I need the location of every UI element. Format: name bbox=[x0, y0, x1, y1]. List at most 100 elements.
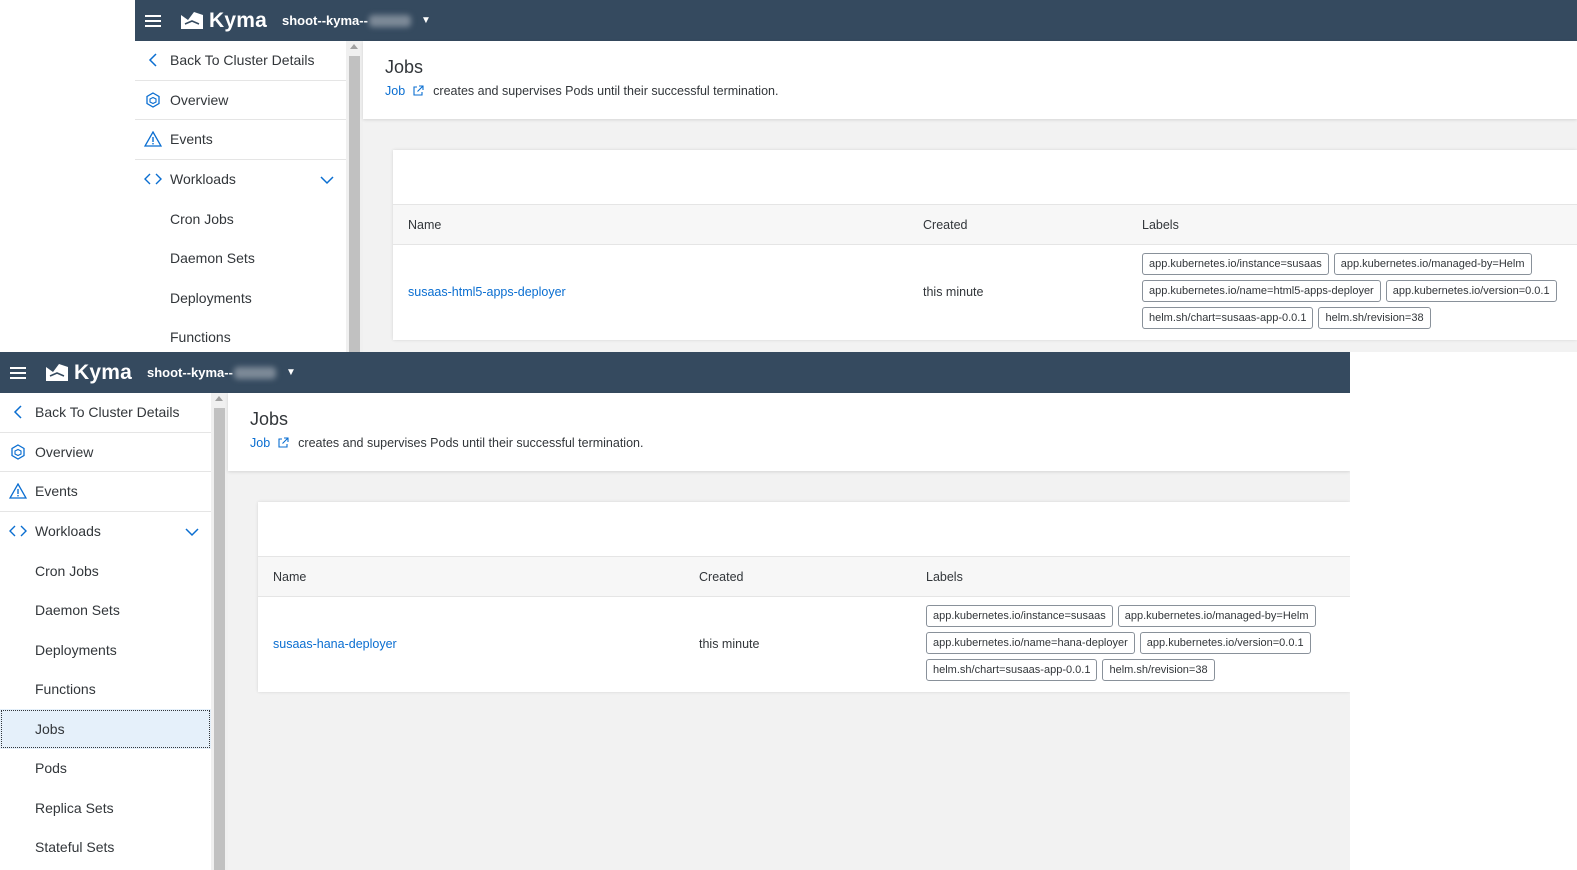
label-tag: app.kubernetes.io/instance=susaas bbox=[1142, 253, 1329, 275]
column-created[interactable]: Created bbox=[923, 218, 967, 232]
warning-icon bbox=[0, 483, 35, 499]
brand-name: Kyma bbox=[74, 360, 132, 384]
sidebar-scrollbar[interactable] bbox=[346, 41, 363, 352]
sidebar-item-functions[interactable]: Functions bbox=[0, 670, 211, 710]
hamburger-icon[interactable] bbox=[135, 14, 171, 28]
brand-name: Kyma bbox=[209, 8, 267, 32]
job-doc-link[interactable]: Job bbox=[250, 436, 298, 450]
cluster-name-redacted bbox=[233, 366, 276, 379]
back-to-cluster-details[interactable]: Back To Cluster Details bbox=[0, 393, 211, 433]
shell-bar: Kyma shoot--kyma-- ▼ bbox=[135, 0, 1577, 41]
label-tag: helm.sh/revision=38 bbox=[1102, 659, 1215, 681]
overview-label: Overview bbox=[170, 91, 229, 108]
page-header: Jobs Job creates and supervises Pods unt… bbox=[363, 41, 1577, 119]
label-tag: helm.sh/revision=38 bbox=[1318, 307, 1431, 329]
sidebar-item-daemon-sets[interactable]: Daemon Sets bbox=[135, 239, 346, 279]
scroll-up-arrow[interactable] bbox=[215, 396, 223, 401]
sidebar-item-overview[interactable]: Overview bbox=[135, 81, 346, 120]
page-title: Jobs bbox=[385, 57, 424, 77]
cluster-name: shoot--kyma-- bbox=[282, 13, 368, 28]
label-tag: app.kubernetes.io/name=html5-apps-deploy… bbox=[1142, 280, 1381, 302]
jobs-table-panel: Name Created Labels susaas-html5-apps-de… bbox=[393, 150, 1577, 340]
sidebar-item-pods[interactable]: Pods bbox=[0, 749, 211, 789]
back-to-cluster-details[interactable]: Back To Cluster Details bbox=[135, 41, 346, 81]
sidebar-item-functions[interactable]: Functions bbox=[135, 318, 346, 353]
external-link-icon bbox=[413, 85, 424, 96]
job-name-link[interactable]: susaas-html5-apps-deployer bbox=[408, 285, 566, 299]
kyma-logo[interactable]: Kyma bbox=[180, 9, 267, 33]
sidebar-item-events[interactable]: Events bbox=[0, 472, 211, 512]
cluster-name: shoot--kyma-- bbox=[147, 365, 233, 380]
kyma-logo[interactable]: Kyma bbox=[45, 361, 132, 385]
sidebar-item-deployments[interactable]: Deployments bbox=[135, 278, 346, 318]
job-doc-link-label: Job bbox=[250, 436, 271, 450]
sidebar-item-workloads[interactable]: Workloads bbox=[0, 512, 211, 552]
sidebar-scrollbar[interactable] bbox=[211, 393, 228, 870]
cluster-selector[interactable]: shoot--kyma-- ▼ bbox=[282, 13, 431, 28]
column-name[interactable]: Name bbox=[273, 570, 306, 584]
sidebar: Back To Cluster Details Overview Events … bbox=[135, 41, 346, 352]
label-tag: app.kubernetes.io/version=0.0.1 bbox=[1139, 632, 1311, 654]
chevron-left-icon bbox=[135, 53, 170, 67]
code-brackets-icon bbox=[0, 524, 35, 538]
jobs-table-panel: Name Created Labels susaas-hana-deployer… bbox=[258, 502, 1350, 692]
chevron-down-icon[interactable] bbox=[185, 524, 199, 540]
cluster-name-redacted bbox=[368, 14, 411, 27]
sidebar: Back To Cluster Details Overview Events … bbox=[0, 393, 211, 870]
chevron-left-icon bbox=[0, 405, 35, 419]
created-value: this minute bbox=[923, 285, 984, 299]
cube-icon bbox=[135, 91, 170, 108]
sidebar-item-deployments[interactable]: Deployments bbox=[0, 630, 211, 670]
sidebar-item-daemon-sets[interactable]: Daemon Sets bbox=[0, 591, 211, 631]
table-toolbar bbox=[393, 150, 1577, 205]
hamburger-icon[interactable] bbox=[0, 366, 36, 380]
sidebar-item-jobs[interactable]: Jobs bbox=[0, 709, 211, 749]
warning-icon bbox=[135, 131, 170, 147]
main-content: Jobs Job creates and supervises Pods unt… bbox=[228, 393, 1350, 870]
external-link-icon bbox=[278, 437, 289, 448]
job-name-link[interactable]: susaas-hana-deployer bbox=[273, 637, 397, 651]
sidebar-item-replica-sets[interactable]: Replica Sets bbox=[0, 788, 211, 828]
cluster-selector[interactable]: shoot--kyma-- ▼ bbox=[147, 365, 296, 380]
caret-down-icon: ▼ bbox=[420, 15, 431, 26]
column-created[interactable]: Created bbox=[699, 570, 743, 584]
description-text: creates and supervises Pods until their … bbox=[433, 84, 779, 98]
sidebar-item-workloads[interactable]: Workloads bbox=[135, 160, 346, 200]
description-text: creates and supervises Pods until their … bbox=[298, 436, 644, 450]
shell-bar: Kyma shoot--kyma-- ▼ bbox=[0, 352, 1350, 393]
job-doc-link[interactable]: Job bbox=[385, 84, 433, 98]
blank-area bbox=[1350, 513, 1577, 870]
column-name[interactable]: Name bbox=[408, 218, 441, 232]
kyma-logo-icon bbox=[46, 363, 68, 381]
events-label: Events bbox=[170, 131, 213, 148]
page-header: Jobs Job creates and supervises Pods unt… bbox=[228, 393, 1350, 471]
table-toolbar bbox=[258, 502, 1350, 557]
scroll-thumb[interactable] bbox=[349, 56, 360, 352]
page-description: Job creates and supervises Pods until th… bbox=[385, 84, 778, 98]
scroll-thumb[interactable] bbox=[214, 408, 225, 870]
chevron-down-icon[interactable] bbox=[320, 172, 334, 188]
sidebar-item-cron-jobs[interactable]: Cron Jobs bbox=[135, 199, 346, 239]
events-label: Events bbox=[35, 483, 78, 500]
sidebar-item-stateful-sets[interactable]: Stateful Sets bbox=[0, 828, 211, 868]
background-window: Kyma shoot--kyma-- ▼ Back To Cluster Det… bbox=[135, 0, 1577, 352]
page-description: Job creates and supervises Pods until th… bbox=[250, 436, 643, 450]
column-labels[interactable]: Labels bbox=[926, 570, 963, 584]
table-row[interactable]: susaas-hana-deployer this minute app.kub… bbox=[258, 597, 1350, 693]
labels-cell: app.kubernetes.io/instance=susaas app.ku… bbox=[926, 605, 1316, 681]
cube-icon bbox=[0, 443, 35, 460]
sidebar-item-events[interactable]: Events bbox=[135, 120, 346, 160]
label-tag: app.kubernetes.io/name=hana-deployer bbox=[926, 632, 1135, 654]
table-row[interactable]: susaas-html5-apps-deployer this minute a… bbox=[393, 245, 1577, 341]
sidebar-item-overview[interactable]: Overview bbox=[0, 433, 211, 472]
overview-label: Overview bbox=[35, 443, 94, 460]
column-labels[interactable]: Labels bbox=[1142, 218, 1179, 232]
back-label: Back To Cluster Details bbox=[35, 404, 180, 421]
foreground-window: Kyma shoot--kyma-- ▼ Back To Cluster Det… bbox=[0, 352, 1350, 870]
page-title: Jobs bbox=[250, 409, 289, 429]
workloads-label: Workloads bbox=[35, 523, 101, 540]
label-tag: app.kubernetes.io/version=0.0.1 bbox=[1385, 280, 1557, 302]
label-tag: helm.sh/chart=susaas-app-0.0.1 bbox=[926, 659, 1098, 681]
sidebar-item-cron-jobs[interactable]: Cron Jobs bbox=[0, 551, 211, 591]
scroll-up-arrow[interactable] bbox=[350, 44, 358, 49]
